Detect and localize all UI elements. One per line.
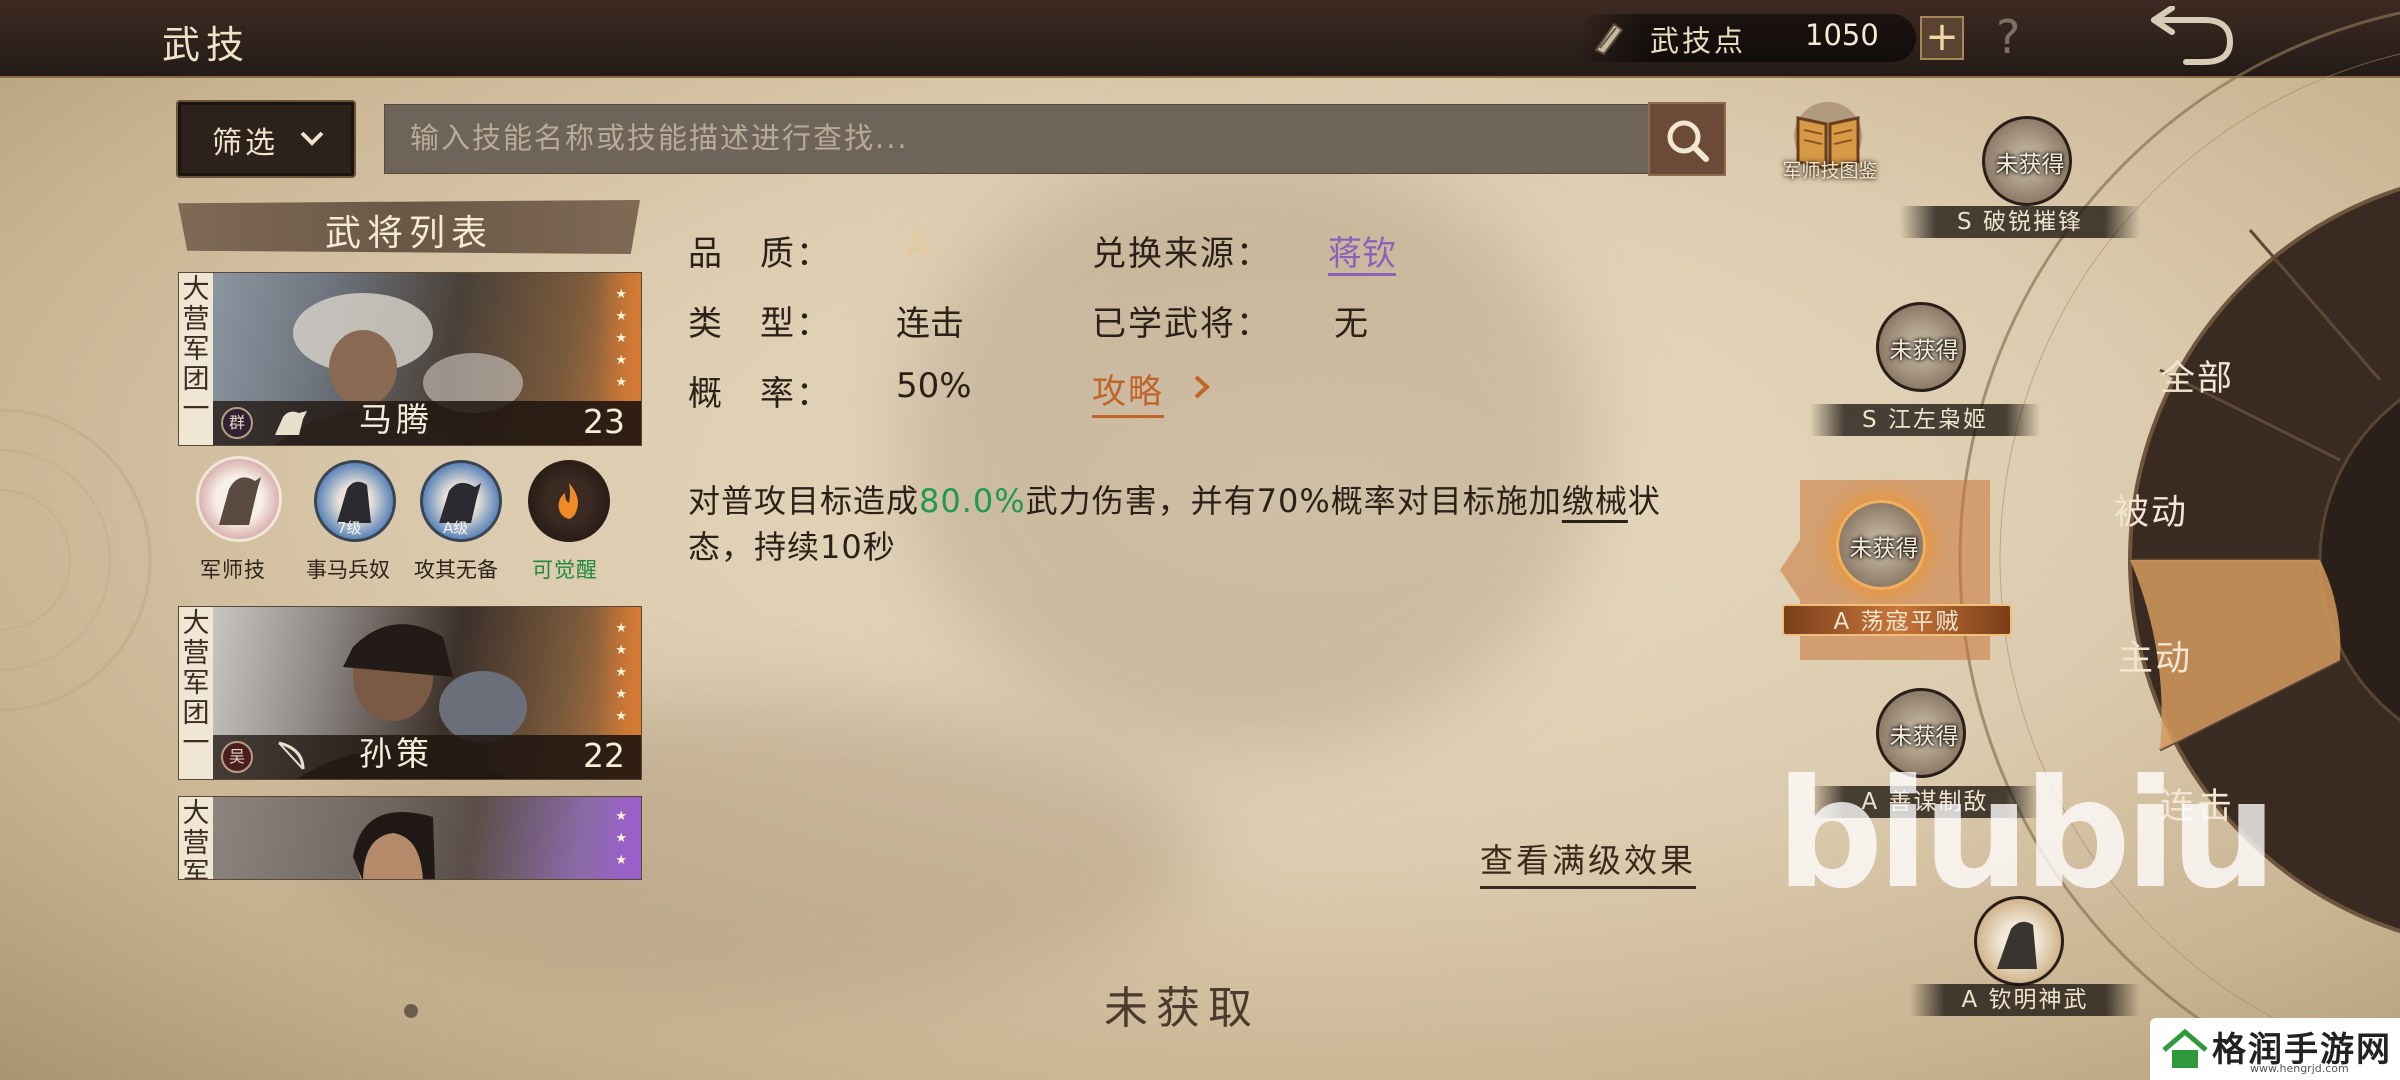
house-icon	[2162, 1028, 2208, 1068]
rarity-stars: ★ ★ ★	[597, 797, 641, 879]
skill-node-5-name: A 钦明神武	[1910, 984, 2140, 1016]
flame-icon	[558, 483, 578, 519]
skill-node-3-name: A 荡寇平贼	[1782, 604, 2012, 636]
general-card-partial[interactable]: 大营军 ★ ★ ★	[178, 796, 642, 880]
search-button[interactable]	[1648, 102, 1726, 176]
filter-label: 筛选	[212, 126, 278, 161]
view-max-level-link[interactable]: 查看满级效果	[1480, 834, 1696, 889]
general-level: 22	[583, 736, 625, 775]
skill-label: 军师技	[200, 558, 266, 582]
general-card-ma-teng[interactable]: 大营军团一 ★ ★ ★ ★ ★ 群 马腾 23	[178, 272, 642, 446]
chevron-right-icon	[1194, 375, 1210, 399]
skill-label: 攻其无备	[414, 558, 498, 582]
quality-label: 品 质：	[688, 234, 832, 274]
chance-value: 50%	[896, 366, 972, 406]
skill-node-2-name: S 江左枭姬	[1810, 404, 2040, 436]
search-input[interactable]	[410, 116, 1620, 160]
skill-node-1-name: S 破锐摧锋	[1900, 206, 2140, 238]
skill-node-2[interactable]: 未获得	[1876, 302, 1966, 392]
node-status: 未获得	[1889, 724, 1959, 750]
awaken-slot[interactable]	[528, 460, 610, 542]
skill-label: 事马兵奴	[306, 558, 390, 582]
acquire-status: 未获取	[1104, 983, 1260, 1034]
source-value-link[interactable]: 蒋钦	[1328, 226, 1396, 275]
category-all-tab[interactable]: 全部	[2160, 350, 2234, 401]
node-status: 未获得	[1995, 152, 2065, 178]
skill-node-1[interactable]: 未获得	[1982, 116, 2072, 206]
skill-slot-1[interactable]: 7级	[314, 460, 396, 542]
guide-link[interactable]: 攻略	[1092, 364, 1164, 418]
search-icon	[1667, 120, 1709, 162]
general-level: 23	[583, 402, 625, 441]
quality-value: A	[906, 226, 930, 266]
portrait-figure	[353, 812, 435, 879]
desc-damage-value: 80.0%	[919, 482, 1026, 520]
awaken-label: 可觉醒	[532, 558, 598, 582]
disarm-keyword-link[interactable]: 缴械	[1562, 482, 1628, 520]
general-list-title: 武将列表	[324, 213, 493, 254]
card-army-tag: 大营军	[179, 797, 213, 879]
watermark: biubiu	[1776, 748, 2277, 922]
general-portrait	[213, 797, 641, 879]
card-army-tag: 大营军团一	[179, 273, 213, 445]
horse-icon	[219, 477, 261, 525]
category-active-tab[interactable]: 主动	[2118, 630, 2192, 681]
type-value: 连击	[896, 304, 964, 344]
general-name: 马腾	[359, 400, 433, 439]
skill-description: 对普攻目标造成80.0%武力伤害，并有70%概率对目标施加缴械状态，持续10秒	[688, 478, 1708, 570]
skill-node-3-selected[interactable]: 未获得	[1836, 500, 1926, 590]
faction-badge: 吴	[221, 741, 253, 773]
node-status: 未获得	[1889, 338, 1959, 364]
faction-badge: 群	[221, 407, 253, 439]
skill-slot-2[interactable]: A级	[420, 460, 502, 542]
scroll-indicator	[404, 1004, 418, 1018]
learned-label: 已学武将：	[1092, 304, 1272, 344]
node-status: 未获得	[1849, 536, 1919, 562]
learned-value: 无	[1334, 304, 1368, 344]
strategist-skill-slot[interactable]	[196, 456, 282, 542]
category-passive-tab[interactable]: 被动	[2114, 484, 2188, 535]
general-card-sun-ce[interactable]: 大营军团一 ★ ★ ★ ★ ★ 吴 孙策 22	[178, 606, 642, 780]
bow-icon	[278, 741, 305, 770]
background-ornament	[0, 408, 152, 712]
skill-badge: 7级	[337, 519, 362, 537]
chevron-down-icon	[300, 131, 324, 146]
cavalry-icon	[275, 411, 307, 435]
scroll-icon	[1594, 22, 1624, 56]
general-name: 孙策	[359, 734, 433, 773]
chance-label: 概 率：	[688, 374, 832, 414]
page-title: 武技	[162, 23, 251, 67]
site-url: www.hengrjd.com	[2250, 1062, 2349, 1075]
desc-text: 武力伤害，并有70%概率对目标施加	[1025, 482, 1562, 520]
source-label: 兑换来源：	[1092, 234, 1272, 274]
desc-text: 对普攻目标造成	[688, 482, 920, 520]
card-army-tag: 大营军团一	[179, 607, 213, 779]
skill-badge: A级	[443, 519, 469, 537]
skill-points-label: 武技点	[1650, 24, 1747, 58]
type-label: 类 型：	[688, 304, 832, 344]
